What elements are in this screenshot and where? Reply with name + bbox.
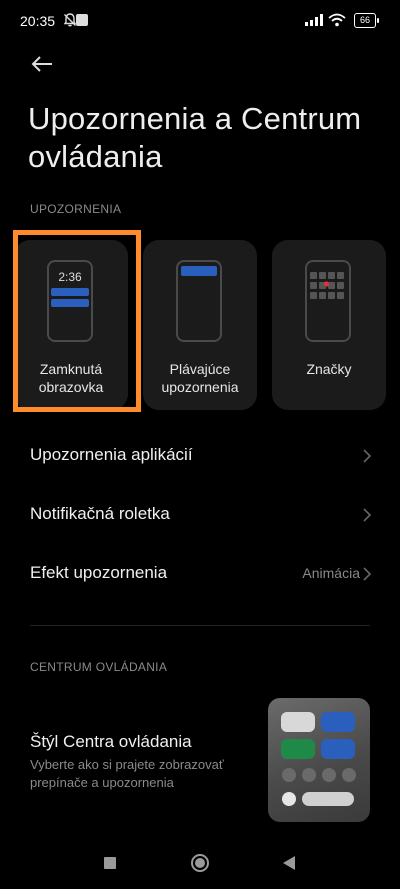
card-floating-notifications[interactable]: Plávajúce upozornenia <box>143 240 257 410</box>
chevron-right-icon <box>363 567 372 581</box>
card-badges[interactable]: Značky <box>272 240 386 410</box>
lock-screen-phone-icon: 2:36 <box>47 260 93 342</box>
preview-toggle <box>342 768 356 782</box>
control-style-description: Vyberte ako si prajete zobrazovať prepín… <box>30 757 224 790</box>
row-value: Animácia <box>302 565 360 581</box>
preview-tile <box>281 712 315 732</box>
control-center-preview-image <box>268 698 370 822</box>
preview-toggle <box>302 768 316 782</box>
chevron-right-icon <box>363 508 372 522</box>
row-label: Efekt upozornenia <box>30 563 168 582</box>
battery-icon: 66 <box>354 13 379 28</box>
floating-notification-bar <box>181 266 217 276</box>
section-header-notifications: UPOZORNENIA <box>30 202 122 216</box>
notification-style-cards: 2:36 Zamknutá obrazovka Plávajúce upozor… <box>14 240 400 410</box>
card-label: Zamknutá obrazovka <box>38 361 104 395</box>
preview-tile <box>321 712 355 732</box>
preview-toggle <box>282 768 296 782</box>
status-bar: 20:35 66 <box>0 0 400 40</box>
preview-tile <box>281 739 315 759</box>
card-label: Plávajúce upozornenia <box>161 361 239 395</box>
notification-bar <box>51 288 89 296</box>
chevron-right-icon <box>363 449 372 463</box>
preview-tile <box>321 739 355 759</box>
card-lock-screen[interactable]: 2:36 Zamknutá obrazovka <box>14 240 128 410</box>
preview-toggle <box>282 792 296 806</box>
navigation-bar <box>0 839 400 889</box>
back-nav-icon[interactable] <box>282 855 296 871</box>
signal-icon <box>305 14 323 26</box>
control-style-label: Štýl Centra ovládania <box>30 732 192 751</box>
home-icon[interactable] <box>190 853 210 873</box>
section-header-control-center: CENTRUM OVLÁDANIA <box>30 660 168 674</box>
recent-apps-icon[interactable] <box>104 857 116 869</box>
status-time: 20:35 <box>20 13 56 29</box>
preview-toggle <box>322 768 336 782</box>
floating-phone-icon <box>176 260 222 342</box>
row-label: Upozornenia aplikácií <box>30 445 193 464</box>
lock-screen-clock: 2:36 <box>58 270 82 284</box>
row-notification-effect[interactable]: Efekt upozornenia Animácia <box>0 545 400 603</box>
page-title: Upozornenia a Centrum ovládania <box>28 101 362 174</box>
badges-phone-icon <box>305 260 351 342</box>
row-app-notifications[interactable]: Upozornenia aplikácií <box>0 427 400 485</box>
row-label: Notifikačná roletka <box>30 504 170 523</box>
wifi-icon <box>328 13 346 27</box>
preview-slider <box>302 792 354 806</box>
back-arrow-icon[interactable] <box>28 50 56 78</box>
notification-square-icon <box>76 14 88 26</box>
app-grid-icon <box>310 272 344 299</box>
card-label: Značky <box>306 361 352 377</box>
notification-bar <box>51 299 89 307</box>
row-notification-shade[interactable]: Notifikačná roletka <box>0 486 400 544</box>
divider <box>30 625 370 626</box>
